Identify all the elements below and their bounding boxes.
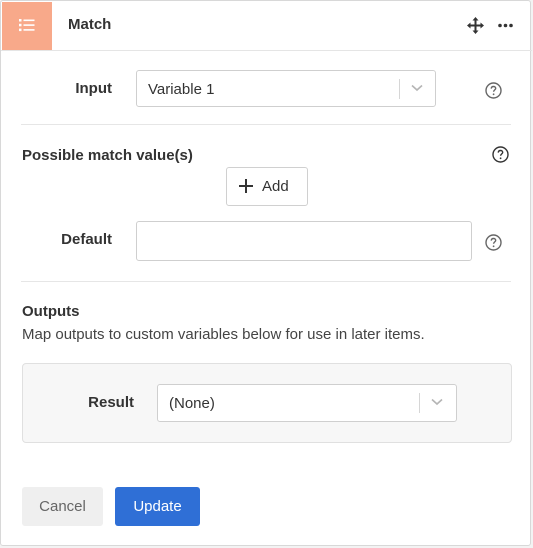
outputs-title: Outputs — [22, 303, 80, 320]
chevron-down-icon — [411, 84, 423, 92]
help-icon[interactable] — [485, 234, 502, 251]
input-select[interactable]: Variable 1 — [136, 70, 436, 107]
outputs-mapping-box: Result (None) — [22, 363, 512, 443]
select-separator — [419, 393, 420, 413]
item-type-badge — [2, 2, 52, 50]
list-icon — [19, 19, 35, 32]
help-icon[interactable] — [492, 146, 509, 163]
panel-header: Match — [1, 1, 532, 51]
input-select-value: Variable 1 — [148, 81, 215, 98]
chevron-down-icon — [431, 398, 443, 406]
help-icon[interactable] — [485, 82, 502, 99]
default-input[interactable] — [136, 221, 472, 261]
more-options-icon[interactable] — [498, 23, 513, 28]
add-match-value-button[interactable]: Add — [226, 167, 308, 206]
move-icon[interactable] — [467, 17, 484, 34]
result-select-value: (None) — [169, 395, 215, 412]
default-label: Default — [61, 231, 112, 248]
cancel-button[interactable]: Cancel — [22, 487, 103, 526]
section-divider — [21, 124, 511, 125]
result-label: Result — [88, 394, 134, 411]
match-values-title: Possible match value(s) — [22, 147, 193, 164]
add-button-label: Add — [262, 178, 289, 195]
plus-icon — [239, 179, 253, 193]
result-select[interactable]: (None) — [157, 384, 457, 422]
update-button[interactable]: Update — [115, 487, 200, 526]
select-separator — [399, 79, 400, 99]
match-item-panel: Match Input Variable 1 Possible match va… — [0, 0, 532, 546]
section-divider — [21, 281, 511, 282]
panel-title: Match — [68, 16, 112, 33]
input-label: Input — [75, 80, 112, 97]
outputs-description: Map outputs to custom variables below fo… — [22, 326, 425, 343]
